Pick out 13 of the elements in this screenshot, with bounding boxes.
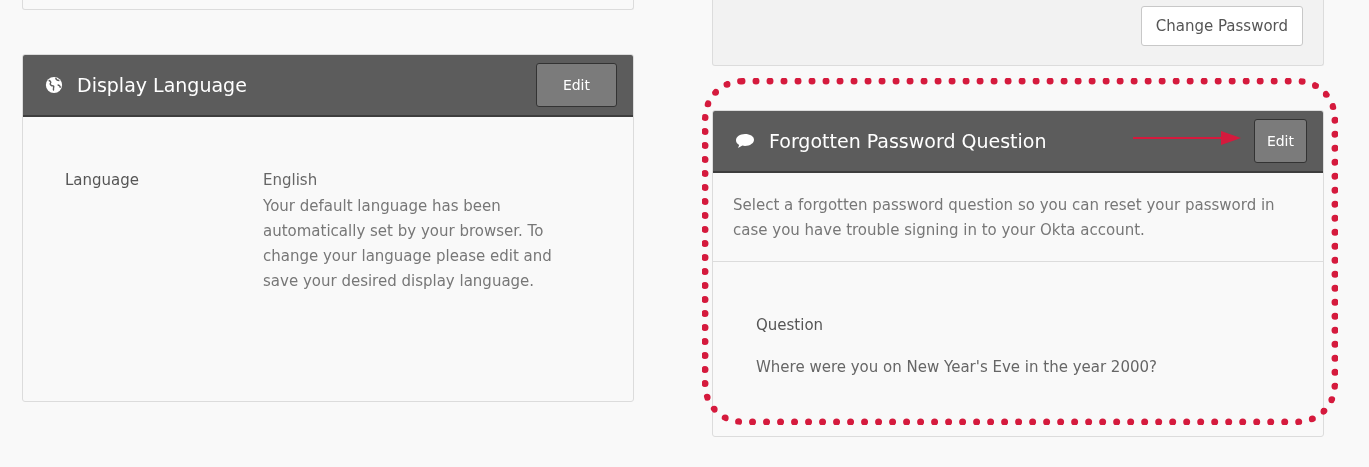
language-note: Your default language has been automatically set by your browser. To change your language please edit and save your desired display language. xyxy=(263,196,553,292)
card-title: Forgotten Password Question xyxy=(769,130,1047,152)
speech-bubble-icon xyxy=(735,133,755,149)
field-value: Where were you on New Year's Eve in the year 2000? xyxy=(756,357,1157,378)
field-label: Language xyxy=(65,170,141,191)
card-title: Display Language xyxy=(77,74,247,96)
card-description: Select a forgotten password question so you can reset your password in case you have trouble signing in to your Okta account. xyxy=(713,173,1323,262)
edit-button[interactable]: Edit xyxy=(535,63,617,107)
edit-button[interactable]: Edit xyxy=(1253,119,1307,163)
globe-icon xyxy=(45,76,63,94)
field-label: Question xyxy=(756,315,824,336)
change-password-button[interactable]: Change Password xyxy=(1140,6,1303,46)
field-value: English xyxy=(263,171,318,189)
